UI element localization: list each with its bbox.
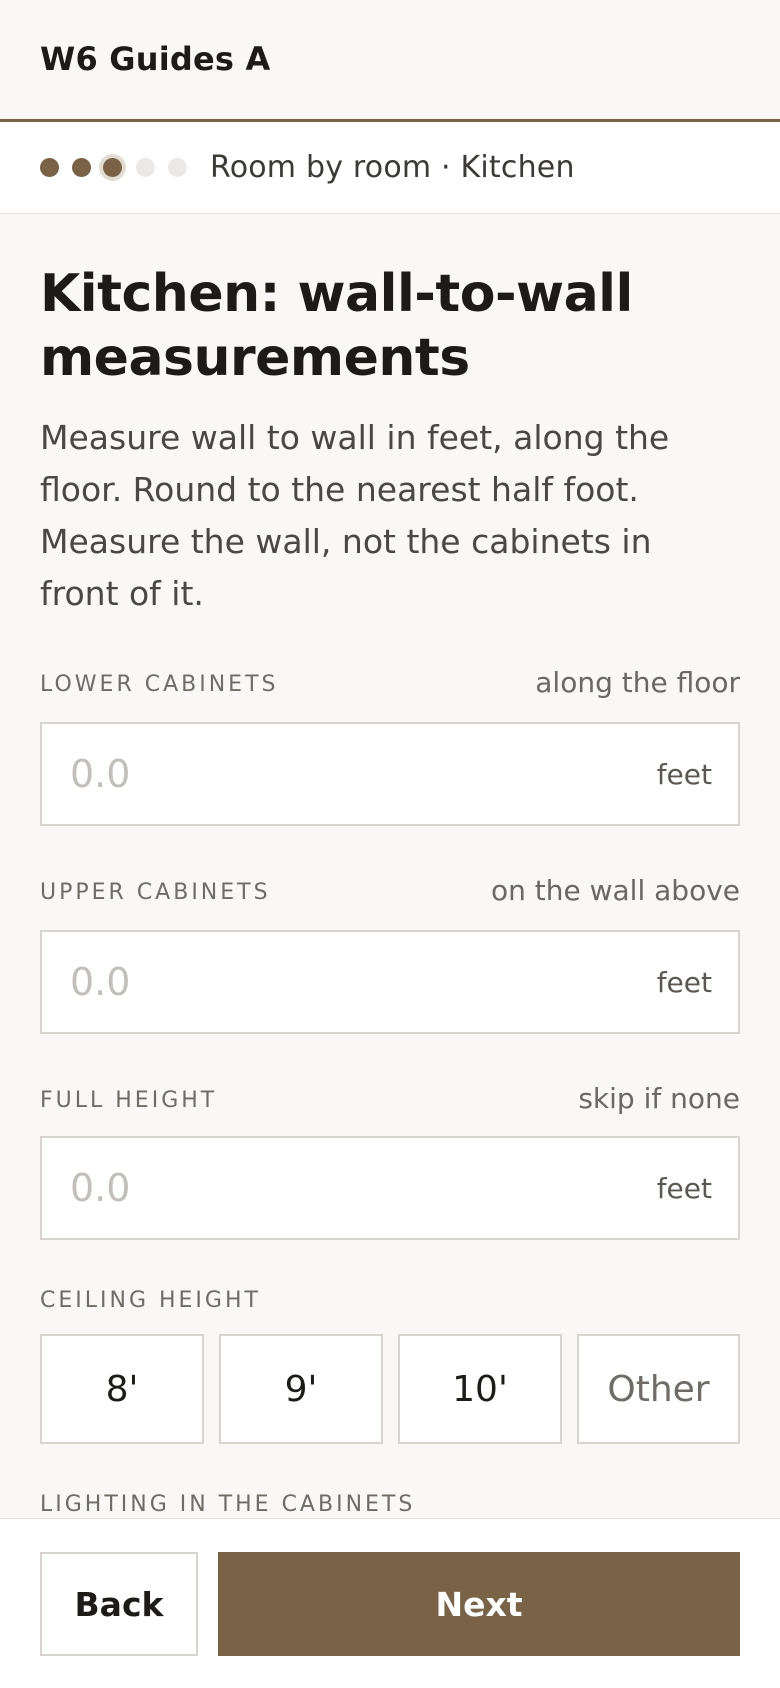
progress-label: Room by room · Kitchen [210,150,575,185]
back-button[interactable]: Back [40,1552,198,1656]
lower-cabinets-hint: along the floor [535,666,740,699]
upper-cabinets-input[interactable]: 0.0 feet [40,930,740,1034]
ceiling-option-10ft[interactable]: 10' [398,1334,562,1444]
upper-cabinets-placeholder: 0.0 [70,960,131,1004]
step-dot-1 [40,158,59,177]
app-header: W6 Guides A [0,0,780,122]
step-dot-4 [136,158,155,177]
instructions-text: Measure wall to wall in feet, along the … [40,418,670,613]
full-height-label: FULL HEIGHT [40,1088,218,1113]
full-height-placeholder: 0.0 [70,1166,131,1210]
app-root: W6 Guides A Room by room · Kitchen Kitch… [0,0,780,1688]
full-height-hint: skip if none [578,1082,740,1115]
step-dot-2 [72,158,91,177]
upper-cabinets-label: UPPER CABINETS [40,880,271,905]
lower-cabinets-unit: feet [656,758,712,791]
step-dot-5 [168,158,187,177]
next-button[interactable]: Next [218,1552,740,1656]
full-height-input[interactable]: 0.0 feet [40,1136,740,1240]
lighting-section-label: LIGHTING IN THE CABINETS [40,1492,416,1517]
lower-cabinets-label: LOWER CABINETS [40,672,279,697]
upper-cabinets-unit: feet [656,966,712,999]
ceiling-option-8ft[interactable]: 8' [40,1334,204,1444]
ceiling-option-9ft[interactable]: 9' [219,1334,383,1444]
ceiling-option-other[interactable]: Other [577,1334,740,1444]
ceiling-height-label: CEILING HEIGHT [40,1288,261,1313]
lower-cabinets-placeholder: 0.0 [70,752,131,796]
upper-cabinets-hint: on the wall above [490,874,740,907]
page-title: Kitchen: wall-to-wall measurements [40,264,633,388]
full-height-unit: feet [656,1172,712,1205]
step-dot-3 [103,158,122,177]
app-title: W6 Guides A [40,40,271,78]
lower-cabinets-input[interactable]: 0.0 feet [40,722,740,826]
